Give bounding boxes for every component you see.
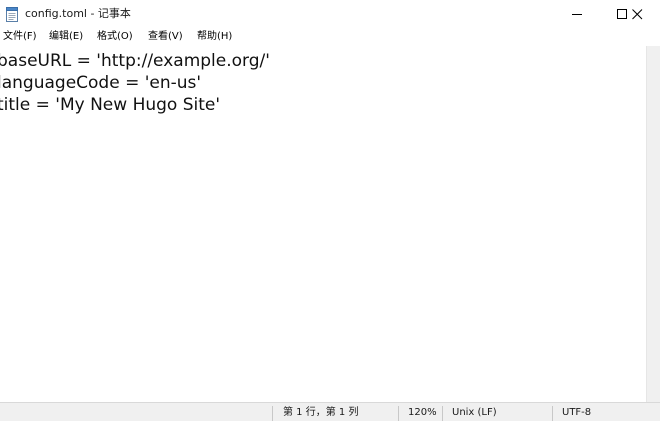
editor-line: baseURL = 'http://example.org/' — [0, 51, 270, 71]
notepad-icon — [6, 7, 19, 22]
close-icon — [632, 9, 643, 20]
encoding: UTF-8 — [562, 407, 592, 418]
minimize-button[interactable] — [555, 0, 600, 28]
title-bar[interactable]: config.toml - 记事本 — [0, 0, 660, 28]
menu-file[interactable]: 文件(F) — [3, 30, 37, 44]
menu-bar: 文件(F) 编辑(E) 格式(O) 查看(V) 帮助(H) — [0, 28, 660, 46]
menu-edit[interactable]: 编辑(E) — [49, 30, 83, 44]
status-divider — [552, 406, 553, 421]
status-divider — [272, 406, 273, 421]
status-divider — [442, 406, 443, 421]
text-editor[interactable]: baseURL = 'http://example.org/' language… — [0, 46, 646, 402]
status-bar: 第 1 行，第 1 列 120% Unix (LF) UTF-8 — [0, 402, 660, 421]
menu-view[interactable]: 查看(V) — [148, 30, 183, 44]
zoom-level: 120% — [408, 407, 437, 418]
line-ending: Unix (LF) — [452, 407, 497, 418]
window-title: config.toml - 记事本 — [25, 7, 131, 20]
editor-line: title = 'My New Hugo Site' — [0, 95, 221, 115]
status-divider — [398, 406, 399, 421]
menu-help[interactable]: 帮助(H) — [197, 30, 232, 44]
menu-format[interactable]: 格式(O) — [97, 30, 133, 44]
vertical-scrollbar[interactable] — [646, 46, 660, 402]
cursor-position: 第 1 行，第 1 列 — [283, 407, 359, 418]
minimize-icon — [572, 14, 582, 15]
close-button[interactable] — [615, 0, 660, 28]
editor-line: languageCode = 'en-us' — [0, 73, 202, 93]
